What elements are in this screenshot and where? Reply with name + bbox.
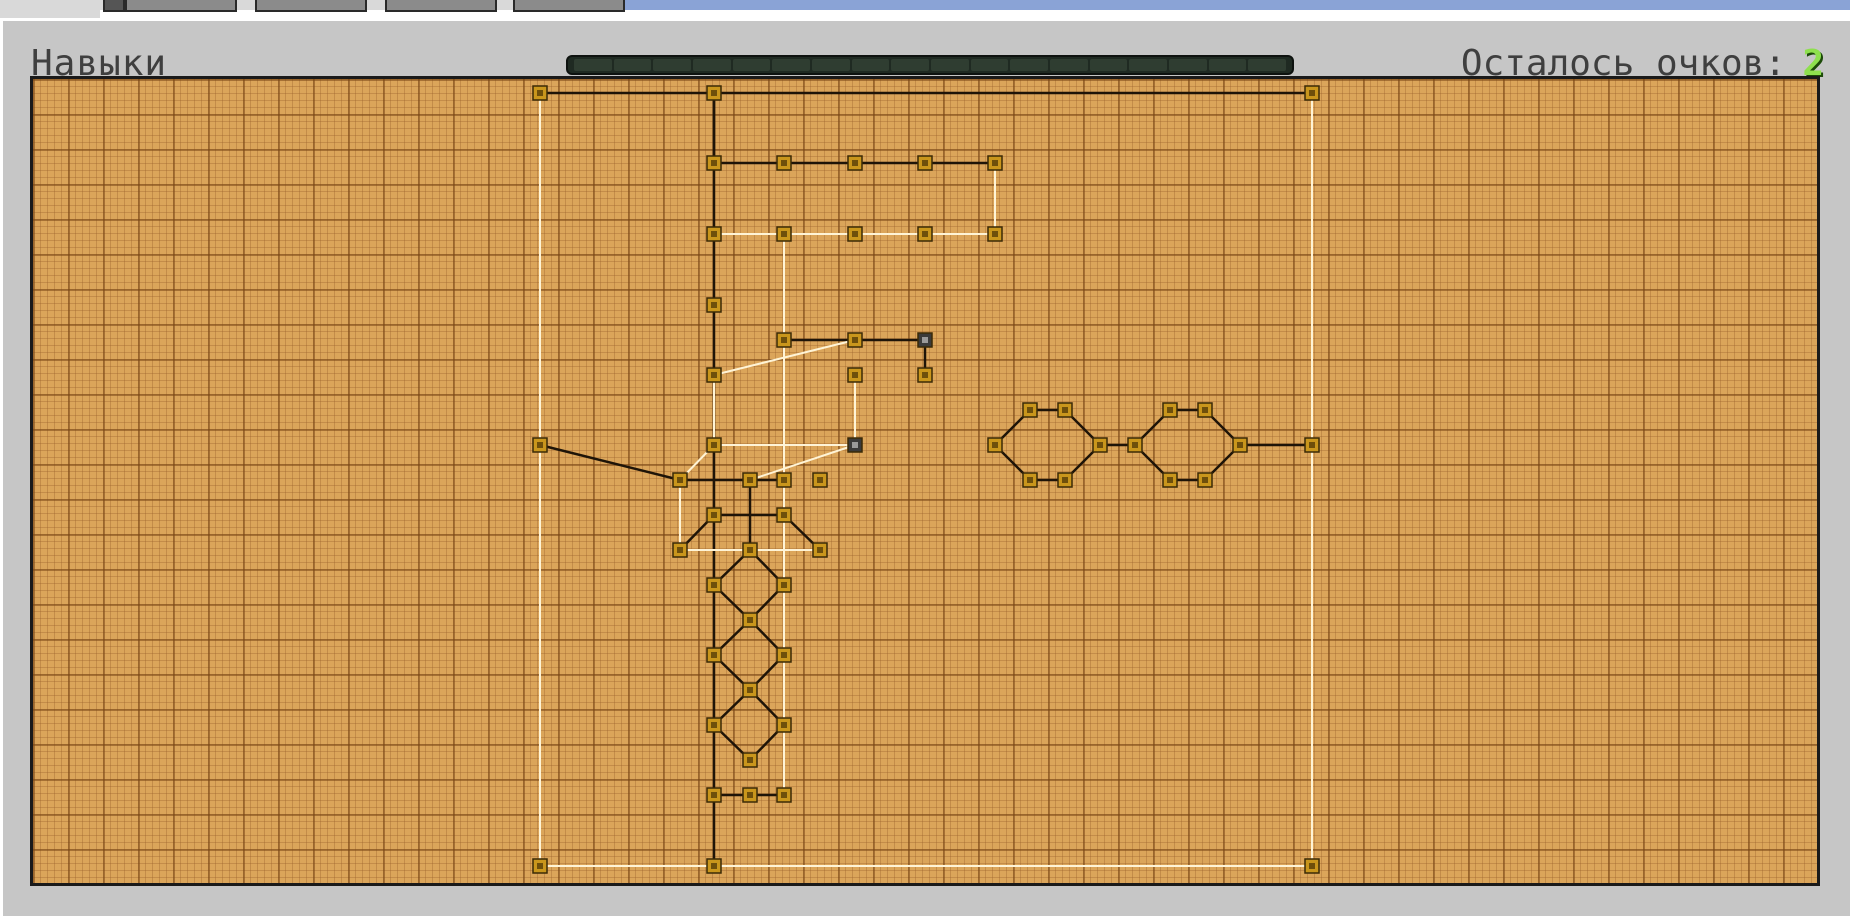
skill-node-icon[interactable] [706,155,722,171]
skill-tree-board[interactable] [30,76,1820,886]
tab-2[interactable] [255,0,367,12]
skill-node-icon[interactable] [987,226,1003,242]
skill-node-icon[interactable] [672,542,688,558]
skill-node-icon[interactable] [742,787,758,803]
tab-0[interactable] [103,0,125,12]
skill-node-icon[interactable] [706,437,722,453]
skill-node-icon[interactable] [706,717,722,733]
skill-node-icon[interactable] [706,577,722,593]
skill-node-icon[interactable] [532,858,548,874]
skill-node-icon[interactable] [776,472,792,488]
skill-node-icon[interactable] [1197,402,1213,418]
skill-node-icon[interactable] [987,437,1003,453]
skill-node-icon[interactable] [532,85,548,101]
skill-node-icon[interactable] [532,437,548,453]
skill-node-icon[interactable] [1057,472,1073,488]
skill-node-icon[interactable] [847,332,863,348]
skill-node-icon[interactable] [1304,85,1320,101]
skill-node-icon[interactable] [706,297,722,313]
skill-node-icon[interactable] [847,155,863,171]
skill-node-icon[interactable] [1127,437,1143,453]
skill-node-icon[interactable] [917,155,933,171]
skill-node-icon[interactable] [812,472,828,488]
skill-node-icon[interactable] [1304,858,1320,874]
skill-link-inactive [749,444,856,481]
skill-node-icon[interactable] [1057,402,1073,418]
skill-node-icon[interactable] [1092,437,1108,453]
skill-node-icon[interactable] [847,367,863,383]
skill-node-icon[interactable] [776,332,792,348]
skill-node-icon[interactable] [1197,472,1213,488]
skill-node-icon[interactable] [776,155,792,171]
skill-node-icon[interactable] [776,647,792,663]
skill-link-active [539,443,681,482]
skill-tree-canvas [532,85,1320,874]
selected-skill-node-icon[interactable] [847,437,863,453]
skill-node-icon[interactable] [742,752,758,768]
skill-node-icon[interactable] [1162,472,1178,488]
locked-skill-node-icon[interactable] [917,332,933,348]
experience-bar [566,55,1294,75]
skill-node-icon[interactable] [776,507,792,523]
skill-node-icon[interactable] [917,226,933,242]
skill-node-icon[interactable] [706,226,722,242]
skill-node-icon[interactable] [706,507,722,523]
skill-node-icon[interactable] [742,542,758,558]
skill-node-icon[interactable] [706,858,722,874]
skill-node-icon[interactable] [706,787,722,803]
skill-node-icon[interactable] [812,542,828,558]
tab-1[interactable] [125,0,237,12]
skill-node-icon[interactable] [776,717,792,733]
skill-node-icon[interactable] [917,367,933,383]
skill-node-icon[interactable] [1022,402,1038,418]
skill-node-icon[interactable] [672,472,688,488]
skill-node-icon[interactable] [706,647,722,663]
skill-node-icon[interactable] [776,226,792,242]
skill-node-icon[interactable] [742,472,758,488]
skill-node-icon[interactable] [706,367,722,383]
tab-3[interactable] [385,0,497,12]
skill-node-icon[interactable] [706,85,722,101]
skill-node-icon[interactable] [1304,437,1320,453]
skill-node-icon[interactable] [742,682,758,698]
skill-node-icon[interactable] [1022,472,1038,488]
skill-node-icon[interactable] [987,155,1003,171]
skill-node-icon[interactable] [776,787,792,803]
tab-4[interactable] [513,0,625,12]
skill-node-icon[interactable] [847,226,863,242]
skill-node-icon[interactable] [1162,402,1178,418]
skill-node-icon[interactable] [776,577,792,593]
skill-node-icon[interactable] [742,612,758,628]
skill-node-icon[interactable] [1232,437,1248,453]
